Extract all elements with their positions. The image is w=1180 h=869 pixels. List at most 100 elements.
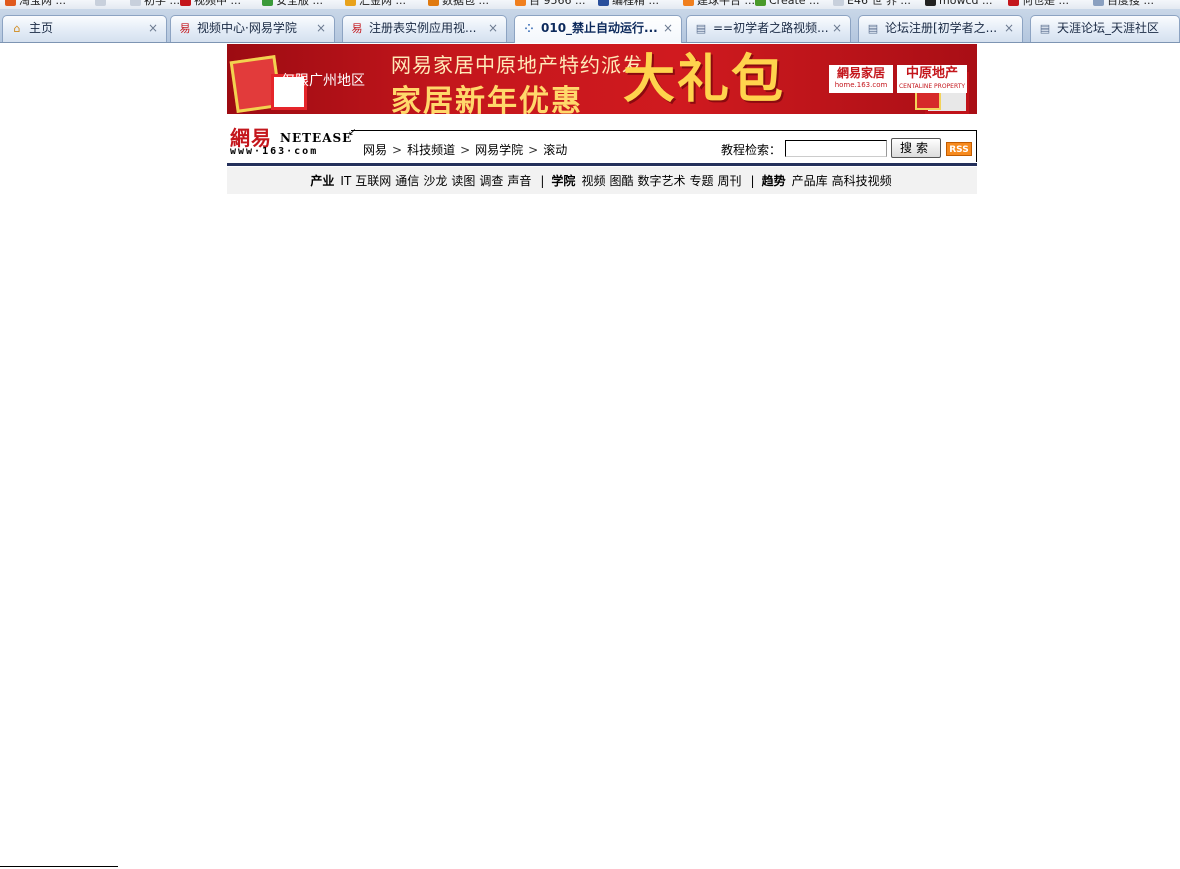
bookmark-label: 初学 ... <box>144 0 180 7</box>
bookmark-label: 编程精 ... <box>612 0 659 7</box>
bookmark-item[interactable]: 何也是 ... <box>1008 0 1069 8</box>
tab-close-icon[interactable]: × <box>1004 16 1014 41</box>
browser-tab[interactable]: 易注册表实例应用视... × <box>342 15 507 42</box>
tab-close-icon[interactable]: × <box>663 16 673 41</box>
channel-link[interactable]: 互联网 <box>355 174 391 188</box>
bookmark-label: 视频中 ... <box>194 0 241 7</box>
page-icon: ▤ <box>867 22 879 35</box>
breadcrumb: 网易 > 科技频道 > 网易学院 > 滚动 <box>363 141 567 158</box>
bookmark-favicon-icon <box>345 0 356 6</box>
tab-title: 010_禁止自动运行... <box>541 21 658 35</box>
banner-big-text: 大礼包 <box>623 50 786 110</box>
bookmark-item[interactable]: E46 世 界 ... <box>833 0 911 8</box>
logo-english: NETEASE <box>280 131 353 145</box>
bookmark-favicon-icon <box>833 0 844 6</box>
channel-link[interactable]: 读图 <box>451 174 475 188</box>
bookmark-label: Create ... <box>769 0 820 7</box>
bookmark-favicon-icon <box>683 0 694 6</box>
bookmark-favicon-icon <box>262 0 273 6</box>
bookmark-favicon-icon <box>180 0 191 6</box>
chevron-right-icon: > <box>392 143 403 157</box>
page-icon: ▤ <box>1039 22 1051 35</box>
bookmark-favicon-icon <box>598 0 609 6</box>
chevron-right-icon: > <box>460 143 471 157</box>
breadcrumb-link[interactable]: 科技频道 <box>407 143 455 157</box>
channel-link[interactable]: 通信 <box>395 174 419 188</box>
banner-region-label: 仅限广州地区 <box>281 73 365 89</box>
brand-url: home.163.com <box>834 81 888 89</box>
bookmark-favicon-icon <box>428 0 439 6</box>
bookmark-item[interactable]: 初学 ... <box>130 0 180 8</box>
chevron-right-icon: > <box>528 143 539 157</box>
tab-title: ==初学者之路视频... <box>713 21 829 35</box>
browser-tab[interactable]: 易视频中心·网易学院 × <box>170 15 335 42</box>
bookmark-label: 淘宝网 ... <box>19 0 66 7</box>
bookmark-favicon-icon <box>95 0 106 6</box>
footer-rule <box>0 866 118 867</box>
channel-link[interactable]: 周刊 <box>718 174 742 188</box>
channel-nav: 产业 IT 互联网 通信 沙龙 读图 调查 声音 | 学院 视频 图酷 数字艺术 专题 周刊 | 趋势 产品库 高科… <box>227 167 977 194</box>
bookmark-item[interactable]: 视频中 ... <box>180 0 241 8</box>
browser-tab[interactable]: ▤ 论坛注册[初学者之... × <box>858 15 1023 42</box>
browser-tab[interactable]: ⌂ 主页 × <box>2 15 167 42</box>
brand-name: 網易家居 <box>836 66 885 80</box>
brand-name: 中原地产 <box>905 66 958 81</box>
bookmarks-bar: 淘宝网 ... 初学 ... 视频中 ... 安全版 ... 汇金网 ... 数据包 ..… <box>0 0 1180 9</box>
bookmark-item[interactable]: 百 9566 ... <box>515 0 585 8</box>
bookmark-item[interactable] <box>95 0 109 8</box>
bookmark-item[interactable]: 汇金网 ... <box>345 0 406 8</box>
channel-link[interactable]: 专题 <box>689 174 713 188</box>
tab-active[interactable]: ⁘ 010_禁止自动运行... × <box>514 15 682 43</box>
header-divider <box>227 163 977 166</box>
tab-strip: ⌂ 主页 × 易视频中心·网易学院 × 易注册表实例应用视... × ⁘ 010_禁止自动运行.… <box>0 9 1180 43</box>
bookmark-favicon-icon <box>130 0 141 6</box>
search-input[interactable] <box>785 140 887 157</box>
corner-arrow-icon: ↙ <box>348 127 357 138</box>
bookmark-item[interactable]: 编程精 ... <box>598 0 659 8</box>
tab-close-icon[interactable]: × <box>316 16 326 41</box>
banner-ad[interactable]: 仅限广州地区 网易家居中原地产特约派发 家居新年优惠 大礼包 網易家居 home… <box>227 44 977 114</box>
breadcrumb-link[interactable]: 滚动 <box>543 143 567 157</box>
bookmark-favicon-icon <box>1008 0 1019 6</box>
page-icon: ▤ <box>695 22 707 35</box>
tab-title: 主页 <box>29 21 54 35</box>
tab-close-icon[interactable]: × <box>488 16 498 41</box>
loading-icon: ⁘ <box>524 22 534 35</box>
channel-link[interactable]: 数字艺术 <box>637 174 685 188</box>
netease-icon: 易 <box>351 22 363 35</box>
channel-group-link[interactable]: 趋势 <box>762 174 786 188</box>
bookmark-favicon-icon <box>515 0 526 6</box>
channel-link[interactable]: 高科技视频 <box>832 174 892 188</box>
breadcrumb-link[interactable]: 网易学院 <box>475 143 523 157</box>
breadcrumb-link[interactable]: 网易 <box>363 143 387 157</box>
channel-link[interactable]: 声音 <box>507 174 531 188</box>
bookmark-favicon-icon <box>5 0 16 6</box>
rss-button[interactable]: RSS <box>946 142 972 156</box>
search-button[interactable]: 搜索 <box>891 138 941 158</box>
bookmark-item[interactable]: 百度搜 ... <box>1093 0 1154 8</box>
bookmark-item[interactable]: mowcd ... <box>925 0 992 8</box>
bookmark-label: 建球平台 ... <box>697 0 755 7</box>
channel-link[interactable]: 沙龙 <box>423 174 447 188</box>
channel-link[interactable]: 产品库 <box>792 174 828 188</box>
bookmark-item[interactable]: 淘宝网 ... <box>5 0 66 8</box>
tab-title: 视频中心·网易学院 <box>197 21 297 35</box>
bookmark-item[interactable]: Create ... <box>755 0 820 8</box>
bookmark-item[interactable]: 安全版 ... <box>262 0 323 8</box>
bookmark-label: 安全版 ... <box>276 0 323 7</box>
bookmark-favicon-icon <box>755 0 766 6</box>
channel-link[interactable]: 调查 <box>479 174 503 188</box>
centaline-logo: 中原地产 CENTALINE PROPERTY <box>897 65 967 93</box>
channel-link[interactable]: IT <box>340 174 351 188</box>
channel-group-link[interactable]: 学院 <box>551 174 575 188</box>
browser-tab[interactable]: ▤ 天涯论坛_天涯社区 <box>1030 15 1180 42</box>
netease-logo[interactable]: 網易 NETEASE www·163·com <box>230 122 351 160</box>
channel-link[interactable]: 视频 <box>581 174 605 188</box>
channel-group-link[interactable]: 产业 <box>310 174 334 188</box>
bookmark-item[interactable]: 数据包 ... <box>428 0 489 8</box>
bookmark-item[interactable]: 建球平台 ... <box>683 0 755 8</box>
tab-close-icon[interactable]: × <box>148 16 158 41</box>
channel-link[interactable]: 图酷 <box>609 174 633 188</box>
tab-close-icon[interactable]: × <box>832 16 842 41</box>
browser-tab[interactable]: ▤ ==初学者之路视频... × <box>686 15 851 42</box>
